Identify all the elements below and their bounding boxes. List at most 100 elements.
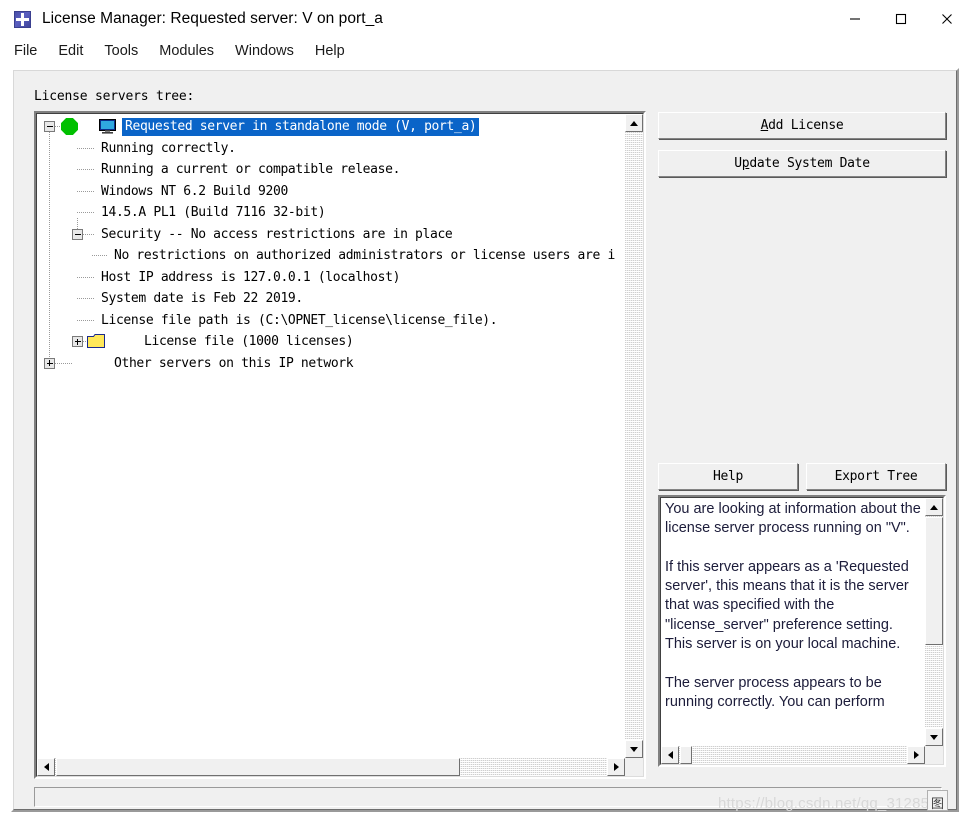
- tree-row-label: Running correctly.: [101, 140, 236, 156]
- close-icon[interactable]: [924, 0, 970, 38]
- chevron-down-icon: [930, 734, 938, 740]
- tree-row-root[interactable]: Requested server in standalone mode (V, …: [37, 116, 625, 138]
- tree-row[interactable]: Host IP address is 127.0.0.1 (localhost): [37, 267, 625, 289]
- chevron-left-icon: [667, 751, 673, 759]
- chevron-down-icon: [630, 746, 638, 752]
- chevron-right-icon: [913, 751, 919, 759]
- tree-row[interactable]: Windows NT 6.2 Build 9200: [37, 181, 625, 203]
- scroll-track[interactable]: [625, 132, 643, 740]
- tree-connector: [77, 190, 94, 192]
- add-license-label: Add License: [760, 118, 844, 133]
- menu-bar: File Edit Tools Modules Windows Help: [0, 38, 970, 64]
- tree-row-label: License file path is (C:\OPNET_license\l…: [101, 312, 498, 328]
- tree-row[interactable]: Running correctly.: [37, 138, 625, 160]
- tree-row-label: Security -- No access restrictions are i…: [101, 226, 453, 242]
- menu-item-file[interactable]: File: [14, 43, 37, 59]
- tree-connector: [77, 147, 94, 149]
- watermark-text: https://blog.csdn.net/qq_31285: [718, 795, 930, 812]
- watermark-badge-icon: 图: [927, 790, 948, 811]
- expander-minus-icon[interactable]: [44, 121, 55, 132]
- help-vertical-scrollbar[interactable]: [925, 498, 943, 746]
- chevron-right-icon: [613, 763, 619, 771]
- scroll-up-button[interactable]: [925, 498, 943, 516]
- tree-row-license-file[interactable]: License file (1000 licenses): [37, 331, 625, 353]
- expander-plus-icon[interactable]: [44, 357, 55, 369]
- license-manager-window: License Manager: Requested server: V on …: [0, 0, 970, 824]
- tree-row-label: Host IP address is 127.0.0.1 (localhost): [101, 269, 401, 285]
- tree-connector: [77, 298, 94, 299]
- tree-connector: [92, 255, 107, 256]
- tree-connector: [83, 233, 94, 235]
- scroll-up-button[interactable]: [625, 114, 643, 132]
- scroll-right-button[interactable]: [907, 746, 925, 764]
- help-text-inner: You are looking at information about the…: [660, 497, 944, 765]
- scroll-left-button[interactable]: [37, 758, 55, 776]
- window-title: License Manager: Requested server: V on …: [42, 10, 383, 27]
- scroll-down-button[interactable]: [625, 740, 643, 758]
- scroll-track[interactable]: [679, 746, 907, 764]
- tree-rows: Requested server in standalone mode (V, …: [37, 116, 625, 374]
- scrollbar-corner: [625, 758, 643, 776]
- scroll-thumb[interactable]: [925, 517, 943, 645]
- chevron-up-icon: [930, 504, 938, 510]
- scroll-thumb[interactable]: [56, 758, 460, 776]
- tree-row-label: 14.5.A PL1 (Build 7116 32-bit): [101, 205, 326, 221]
- export-tree-button[interactable]: Export Tree: [806, 463, 946, 490]
- maximize-icon[interactable]: [878, 0, 924, 38]
- client-inner: License servers tree: Requested server i…: [13, 70, 957, 810]
- window-controls: [832, 0, 970, 38]
- folder-icon: [87, 334, 105, 348]
- tree-horizontal-scrollbar[interactable]: [37, 758, 625, 776]
- chevron-up-icon: [630, 120, 638, 126]
- help-text-panel: You are looking at information about the…: [658, 495, 946, 767]
- expander-plus-icon[interactable]: [72, 336, 83, 347]
- tree-row-label: Other servers on this IP network: [114, 355, 354, 371]
- tree-row-label: No restrictions on authorized administra…: [114, 248, 615, 264]
- tree-row-label: Windows NT 6.2 Build 9200: [101, 183, 288, 199]
- client-area: License servers tree: Requested server i…: [11, 68, 959, 812]
- minimize-icon[interactable]: [832, 0, 878, 38]
- update-system-date-label: Update System Date: [734, 156, 870, 171]
- tree-row[interactable]: No restrictions on authorized administra…: [37, 245, 625, 267]
- help-horizontal-scrollbar[interactable]: [661, 746, 925, 764]
- tree-caption: License servers tree:: [34, 89, 195, 104]
- scrollbar-corner: [925, 746, 943, 764]
- tree-row[interactable]: License file path is (C:\OPNET_license\l…: [37, 310, 625, 332]
- tree-vertical-scrollbar[interactable]: [625, 114, 643, 758]
- tree-connector: [77, 276, 94, 278]
- help-text-content: You are looking at information about the…: [665, 501, 921, 710]
- scroll-down-button[interactable]: [925, 728, 943, 746]
- update-system-date-button[interactable]: Update System Date: [658, 150, 946, 177]
- tree-connector: [77, 169, 94, 170]
- add-license-button[interactable]: Add License: [658, 112, 946, 139]
- menu-item-edit[interactable]: Edit: [58, 43, 83, 59]
- menu-item-windows[interactable]: Windows: [235, 43, 294, 59]
- menu-item-modules[interactable]: Modules: [159, 43, 214, 59]
- scroll-thumb[interactable]: [680, 746, 692, 764]
- menu-item-help[interactable]: Help: [315, 43, 345, 59]
- tree-row-label: Requested server in standalone mode (V, …: [122, 117, 480, 136]
- tree-row[interactable]: 14.5.A PL1 (Build 7116 32-bit): [37, 202, 625, 224]
- export-tree-button-label: Export Tree: [834, 469, 918, 484]
- scroll-right-button[interactable]: [607, 758, 625, 776]
- tree-row-other-servers[interactable]: Other servers on this IP network: [37, 353, 625, 375]
- tree-connector: [77, 319, 94, 321]
- help-button-label: Help: [712, 469, 744, 484]
- tree-content[interactable]: Requested server in standalone mode (V, …: [37, 114, 625, 758]
- app-star-icon: [14, 10, 31, 28]
- tree-row-security[interactable]: Security -- No access restrictions are i…: [37, 224, 625, 246]
- tree-row-label: System date is Feb 22 2019.: [101, 291, 303, 307]
- tree-row-label: Running a current or compatible release.: [101, 162, 401, 178]
- help-button[interactable]: Help: [658, 463, 798, 490]
- tree-connector: [77, 212, 94, 213]
- tree-row[interactable]: System date is Feb 22 2019.: [37, 288, 625, 310]
- chevron-left-icon: [43, 763, 49, 771]
- tree-row[interactable]: Running a current or compatible release.: [37, 159, 625, 181]
- expander-minus-icon[interactable]: [72, 228, 83, 240]
- scroll-left-button[interactable]: [661, 746, 679, 764]
- license-servers-tree-panel: Requested server in standalone mode (V, …: [34, 111, 646, 779]
- tree-panel-inner: Requested server in standalone mode (V, …: [36, 113, 644, 777]
- title-bar: License Manager: Requested server: V on …: [0, 0, 970, 38]
- tree-row-label: License file (1000 licenses): [144, 334, 354, 350]
- menu-item-tools[interactable]: Tools: [104, 43, 138, 59]
